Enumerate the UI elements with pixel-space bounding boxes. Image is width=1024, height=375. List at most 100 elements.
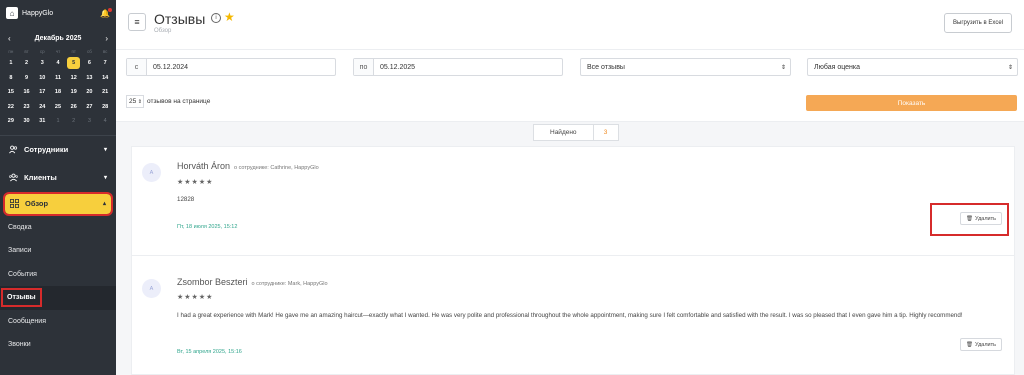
delete-review-button[interactable]: 🗑 Удалить (960, 338, 1002, 351)
review-employee: о сотруднике: Cathrine, HappyGlo (234, 165, 319, 171)
calendar-day[interactable]: 18 (50, 86, 66, 98)
calendar-day[interactable]: 4 (97, 115, 113, 127)
sidebar-item-bookings[interactable]: Записи (0, 239, 116, 263)
calendar-weekday: пт (71, 48, 76, 54)
calendar-day[interactable]: 21 (97, 86, 113, 98)
grid-icon (10, 199, 19, 208)
sidebar-item-events[interactable]: События (0, 263, 116, 287)
select-caret-icon: ⇕ (137, 98, 142, 105)
calendar-day[interactable]: 31 (34, 115, 50, 127)
calendar-day[interactable]: 12 (66, 72, 82, 84)
calendar-day[interactable]: 20 (82, 86, 98, 98)
calendar-day[interactable]: 2 (66, 115, 82, 127)
calendar-day[interactable]: 2 (19, 57, 35, 69)
sidebar-item-reviews[interactable]: Отзывы (0, 286, 116, 310)
calendar-day[interactable]: 11 (50, 72, 66, 84)
calendar-day[interactable]: 13 (82, 72, 98, 84)
date-from-field[interactable]: с 05.12.2024 (126, 58, 336, 76)
date-to-value: 05.12.2025 (380, 63, 416, 71)
calendar-grid: пн вт ср чт пт сб вс 1 2 3 4 5 6 7 8 9 10 11 12 13 14 15 16 17 1… (0, 46, 116, 129)
rating-select[interactable]: Любая оценка ⇕ (807, 58, 1018, 76)
per-page-select[interactable]: 25 ⇕ (126, 95, 144, 108)
notification-dot (108, 7, 112, 12)
show-button[interactable]: Показать (806, 95, 1017, 111)
calendar-month: Декабрь 2025 (34, 34, 82, 42)
sidebar: ⌂ HappyGlo 🔔 ‹ Декабрь 2025 › пн вт ср чт пт… (0, 0, 116, 375)
calendar-weekday: ср (39, 48, 45, 54)
calendar-day[interactable]: 19 (66, 86, 82, 98)
sidebar-item-summary[interactable]: Сводка (0, 216, 116, 240)
reviews-list: A Horváth Áron о сотруднике: Cathrine, Ha… (131, 146, 1015, 375)
calendar-header: ‹ Декабрь 2025 › (0, 30, 116, 46)
nav-clients[interactable]: Клиенты ▾ (0, 164, 116, 192)
calendar-day[interactable]: 1 (3, 57, 19, 69)
sidebar-item-label: Сообщения (8, 317, 46, 325)
date-to-prefix: по (354, 59, 374, 75)
calendar-day[interactable]: 25 (50, 101, 66, 113)
calendar-day[interactable]: 16 (19, 86, 35, 98)
calendar-day[interactable]: 22 (3, 101, 19, 113)
sidebar-item-label: Звонки (8, 341, 31, 349)
calendar-week: 8 9 10 11 12 13 14 (3, 71, 113, 86)
review-text: 12828 (177, 196, 195, 203)
star-icon[interactable]: ★ (224, 10, 235, 24)
select-caret-icon: ⇕ (1007, 64, 1013, 71)
calendar-day[interactable]: 30 (19, 115, 35, 127)
menu-button[interactable]: ≡ (128, 13, 146, 31)
page-title: Отзывы (154, 11, 206, 27)
calendar-day[interactable]: 27 (82, 101, 98, 113)
review-author-name: Zsombor Beszteri (177, 277, 248, 287)
calendar-day[interactable]: 29 (3, 115, 19, 127)
sidebar-item-messages[interactable]: Сообщения (0, 310, 116, 334)
calendar-weekdays: пн вт ср чт пт сб вс (3, 46, 113, 56)
calendar-weekday: вс (102, 48, 108, 54)
calendar-day[interactable]: 17 (34, 86, 50, 98)
avatar: A (142, 279, 161, 298)
nav-employees-label: Сотрудники (24, 145, 69, 154)
calendar-day[interactable]: 24 (34, 101, 50, 113)
calendar-day[interactable]: 3 (82, 115, 98, 127)
hamburger-icon: ≡ (134, 17, 140, 27)
next-month-icon[interactable]: › (105, 34, 108, 43)
calendar-day[interactable]: 1 (50, 115, 66, 127)
calendar-day[interactable]: 7 (97, 57, 113, 69)
review-card: A Horváth Áron о сотруднике: Cathrine, Ha… (132, 147, 1014, 257)
review-author-name: Horváth Áron (177, 161, 231, 171)
review-employee: о сотруднике: Mark, HappyGlo (251, 281, 328, 287)
nav-overview-wrap: Обзор ▴ (0, 191, 116, 216)
employees-icon (9, 145, 18, 154)
breadcrumb[interactable]: Обзор (154, 28, 171, 34)
calendar-day[interactable]: 6 (82, 57, 98, 69)
chevron-up-icon: ▴ (102, 201, 106, 207)
calendar-day[interactable]: 10 (34, 72, 50, 84)
info-icon[interactable]: i (211, 13, 221, 23)
review-stars: ★★★★★ (177, 294, 214, 301)
calendar-day[interactable]: 26 (66, 101, 82, 113)
calendar-day[interactable]: 15 (3, 86, 19, 98)
nav-employees[interactable]: Сотрудники ▾ (0, 136, 116, 164)
sidebar-item-calls[interactable]: Звонки (0, 333, 116, 357)
export-excel-button[interactable]: Выгрузить в Excel (944, 13, 1012, 33)
review-stars: ★★★★★ (177, 179, 214, 186)
per-page-control: 25 ⇕ отзывов на странице (126, 95, 210, 108)
calendar-day[interactable]: 8 (3, 72, 19, 84)
calendar-day[interactable]: 28 (97, 101, 113, 113)
nav-overview[interactable]: Обзор ▴ (3, 191, 113, 216)
select-caret-icon: ⇕ (780, 64, 786, 71)
calendar-day[interactable]: 3 (34, 57, 50, 69)
app-name: HappyGlo (22, 9, 54, 17)
calendar-weekday: сб (87, 48, 92, 54)
bell-icon[interactable]: 🔔 (100, 7, 112, 18)
main-content: ≡ Отзывы i ★ Обзор Выгрузить в Excel с 0… (116, 0, 1024, 375)
calendar-day[interactable]: 23 (19, 101, 35, 113)
calendar-day[interactable]: 4 (50, 57, 66, 69)
calendar-day[interactable]: 9 (19, 72, 35, 84)
calendar-day[interactable]: 14 (97, 72, 113, 84)
date-to-field[interactable]: по 05.12.2025 (353, 58, 563, 76)
calendar-day[interactable]: 5 (67, 57, 81, 70)
review-type-select[interactable]: Все отзывы ⇕ (580, 58, 791, 76)
calendar-week: 22 23 24 25 26 27 28 (3, 100, 113, 115)
found-label: Найдено (534, 125, 594, 140)
rating-value: Любая оценка (814, 63, 861, 71)
prev-month-icon[interactable]: ‹ (8, 34, 11, 43)
